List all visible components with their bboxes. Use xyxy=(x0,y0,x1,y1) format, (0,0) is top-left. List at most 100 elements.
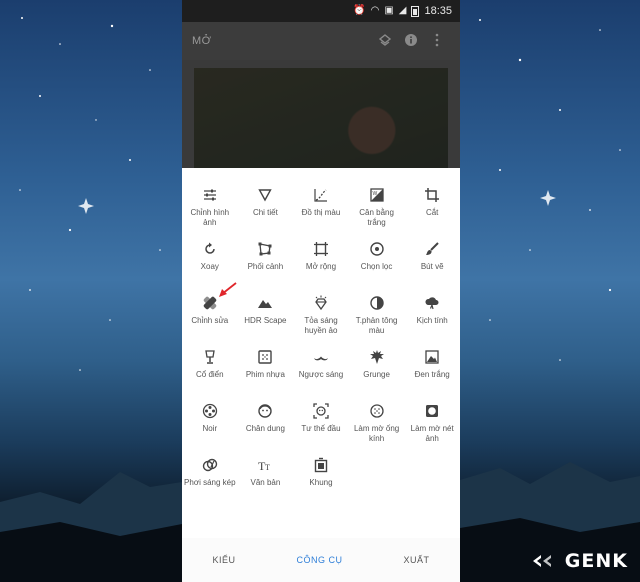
svg-text:W: W xyxy=(372,191,377,197)
tool-label: Tỏa sáng huyền ảo xyxy=(304,316,338,335)
brush-icon xyxy=(423,240,441,258)
tool-grainy-film[interactable]: Phim nhựa xyxy=(238,348,294,402)
tool-label: Tư thế đầu xyxy=(301,424,341,433)
info-icon[interactable] xyxy=(398,33,424,50)
tool-vignette[interactable]: Làm mờ nét ảnh xyxy=(404,402,460,456)
tool-label: Bút vẽ xyxy=(420,262,444,271)
text-icon: TT xyxy=(256,456,274,474)
tool-head-pose[interactable]: Tư thế đầu xyxy=(293,402,349,456)
tab-styles[interactable]: KIỂU xyxy=(212,555,235,565)
tool-label: Chọn lọc xyxy=(360,262,393,271)
glamour-glow-icon xyxy=(312,294,330,312)
status-bar: ⏰ ◠ ▣ ◢ 18:35 xyxy=(182,0,460,22)
retrolux-mustache-icon xyxy=(312,348,330,366)
vintage-lamp-icon xyxy=(201,348,219,366)
app-bar: MỞ xyxy=(182,22,460,60)
red-arrow-annotation xyxy=(219,282,237,297)
tool-retrolux-mustache[interactable]: Ngược sáng xyxy=(293,348,349,402)
tool-perspective[interactable]: Phối cảnh xyxy=(238,240,294,294)
wifi-icon: ◠ xyxy=(370,5,380,16)
tool-label: Phơi sáng kép xyxy=(184,478,236,487)
grunge-icon xyxy=(368,348,386,366)
tool-label: Grunge xyxy=(363,370,390,379)
tool-expand[interactable]: Mở rộng xyxy=(293,240,349,294)
genk-logo-icon xyxy=(532,555,551,567)
tool-details-triangle[interactable]: Chi tiết xyxy=(238,186,294,240)
curves-icon xyxy=(312,186,330,204)
tool-selective[interactable]: Chọn lọc xyxy=(349,240,405,294)
tool-label: Chỉnh hình ảnh xyxy=(190,208,230,227)
expand-icon xyxy=(312,240,330,258)
tool-black-white[interactable]: Đen trắng xyxy=(404,348,460,402)
tool-frames[interactable]: Khung xyxy=(293,456,349,510)
tab-tools[interactable]: CÔNG CỤ xyxy=(296,555,342,565)
tool-label: HDR Scape xyxy=(244,316,287,325)
head-pose-icon xyxy=(312,402,330,420)
vignette-icon xyxy=(423,402,441,420)
tool-vintage-lamp[interactable]: Cổ điển xyxy=(182,348,238,402)
black-white-icon xyxy=(423,348,441,366)
tool-label: Kịch tính xyxy=(416,316,448,325)
photo-thumbnail xyxy=(194,68,448,172)
phone-screen: ⏰ ◠ ▣ ◢ 18:35 MỞ Chỉnh hình ảnh Chi tiết Đ… xyxy=(182,0,460,582)
tool-label: Chi tiết xyxy=(252,208,278,217)
tool-white-balance[interactable]: W Cân bằng trắng xyxy=(349,186,405,240)
perspective-icon xyxy=(256,240,274,258)
open-button[interactable]: MỞ xyxy=(192,35,372,47)
tool-curves[interactable]: Đồ thị màu xyxy=(293,186,349,240)
grainy-film-icon xyxy=(256,348,274,366)
tab-export[interactable]: XUẤT xyxy=(403,555,429,565)
tool-tune[interactable]: Chỉnh hình ảnh xyxy=(182,186,238,240)
mountain-icon xyxy=(256,294,274,312)
tools-panel: Chỉnh hình ảnh Chi tiết Đồ thị màu W Cân bằn… xyxy=(182,168,460,538)
image-preview xyxy=(182,60,460,172)
tool-lens-blur[interactable]: Làm mờ ống kính xyxy=(349,402,405,456)
lens-blur-icon xyxy=(368,402,386,420)
tool-brush[interactable]: Bút vẽ xyxy=(404,240,460,294)
tool-drama-cloud[interactable]: Kịch tính xyxy=(404,294,460,348)
tonal-contrast-icon xyxy=(368,294,386,312)
tool-tonal-contrast[interactable]: T.phản tông màu xyxy=(349,294,405,348)
drama-cloud-icon xyxy=(423,294,441,312)
tool-film-reel[interactable]: Noir xyxy=(182,402,238,456)
tool-label: Chỉnh sửa xyxy=(191,316,229,325)
tool-portrait-face[interactable]: Chân dung xyxy=(238,402,294,456)
tool-double-exposure[interactable]: Phơi sáng kép xyxy=(182,456,238,510)
tool-text[interactable]: T T Văn bản xyxy=(238,456,294,510)
signal-icon: ◢ xyxy=(398,5,407,16)
tool-label: Ngược sáng xyxy=(298,370,344,379)
crop-icon xyxy=(423,186,441,204)
tool-glamour-glow[interactable]: Tỏa sáng huyền ảo xyxy=(293,294,349,348)
layers-icon[interactable] xyxy=(372,33,398,50)
frames-icon xyxy=(312,456,330,474)
tool-label: Làm mờ nét ảnh xyxy=(410,424,454,443)
double-exposure-icon xyxy=(201,456,219,474)
battery-icon xyxy=(411,5,420,17)
tool-label: Noir xyxy=(202,424,218,433)
film-reel-icon xyxy=(201,402,219,420)
tool-label: Cân bằng trắng xyxy=(359,208,394,227)
svg-text:T: T xyxy=(265,463,270,472)
notification-icon: ▣ xyxy=(384,5,394,16)
tool-label: Đồ thị màu xyxy=(301,208,341,217)
tool-healing-bandage[interactable]: Chỉnh sửa xyxy=(182,294,238,348)
more-vert-icon[interactable] xyxy=(424,33,450,50)
genk-watermark: GENK xyxy=(531,550,628,572)
tool-crop[interactable]: Cắt xyxy=(404,186,460,240)
tune-icon xyxy=(201,186,219,204)
tool-label: Làm mờ ống kính xyxy=(353,424,400,443)
alarm-icon: ⏰ xyxy=(353,5,366,16)
tool-label: Phim nhựa xyxy=(245,370,285,379)
tool-grunge[interactable]: Grunge xyxy=(349,348,405,402)
tool-label: Khung xyxy=(309,478,333,487)
watermark-text: GENK xyxy=(564,550,628,572)
tool-label: Cổ điển xyxy=(196,370,224,379)
tool-label: T.phản tông màu xyxy=(355,316,398,335)
status-time: 18:35 xyxy=(424,5,452,17)
tool-label: Phối cảnh xyxy=(247,262,284,271)
white-balance-icon: W xyxy=(368,186,386,204)
tool-label: Đen trắng xyxy=(414,370,450,379)
portrait-face-icon xyxy=(256,402,274,420)
tool-mountain[interactable]: HDR Scape xyxy=(238,294,294,348)
tool-label: Cắt xyxy=(425,208,439,217)
